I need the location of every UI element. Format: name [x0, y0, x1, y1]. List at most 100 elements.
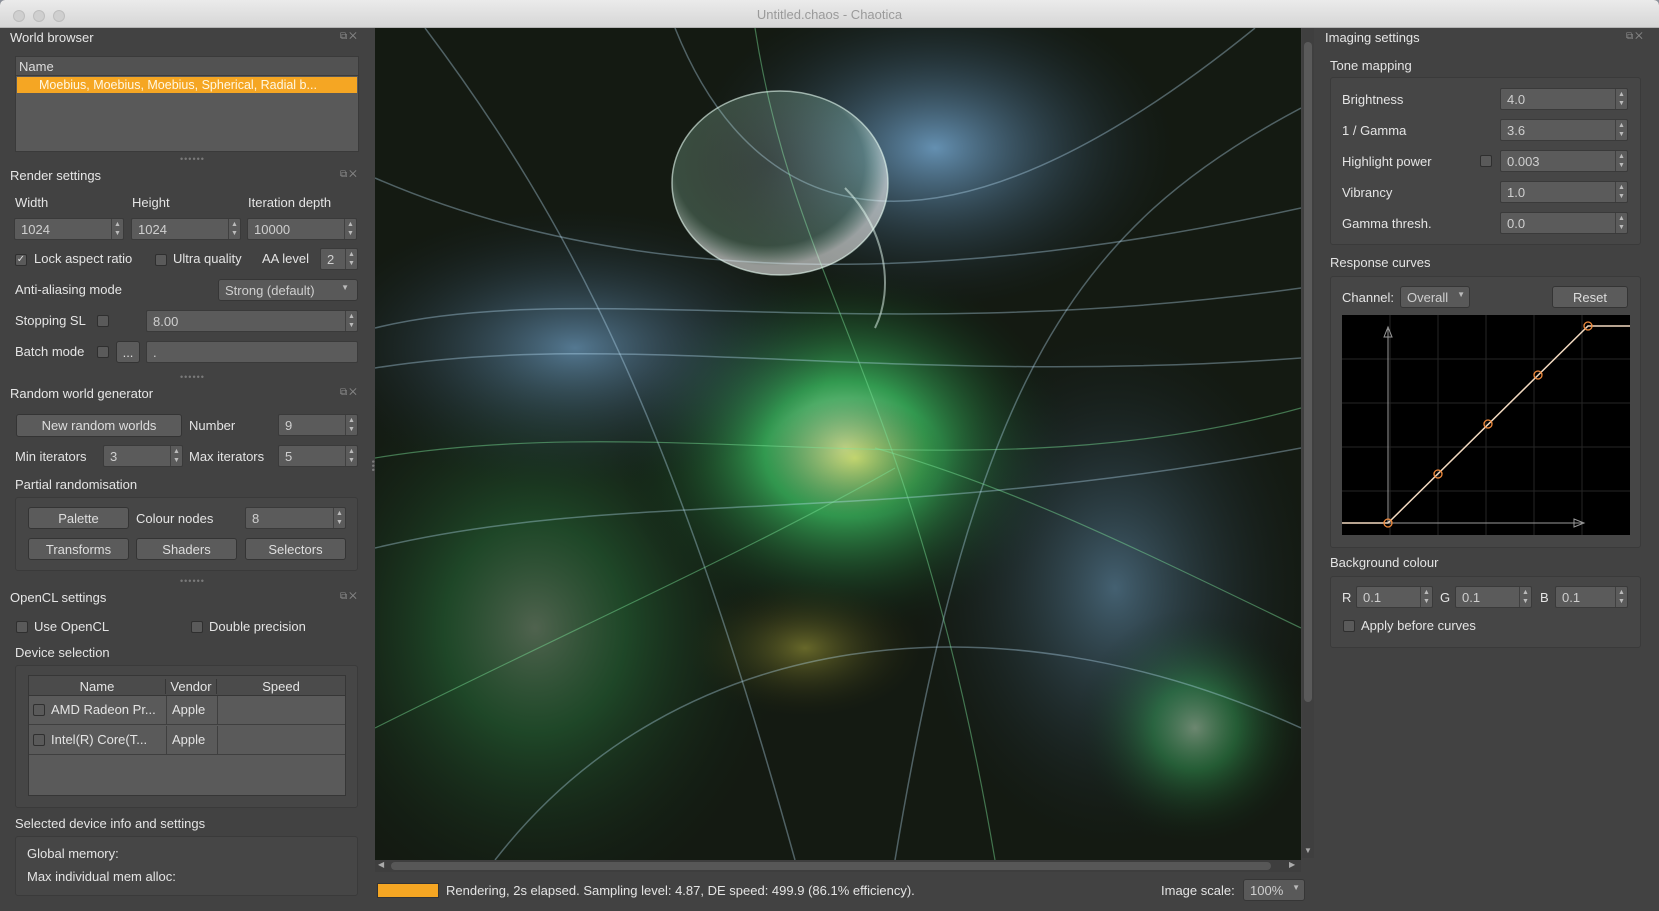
min-iterators-spinbox[interactable]: 3 ▲ ▼: [103, 445, 183, 467]
dock-float-close-icon[interactable]: ⧉✕: [340, 31, 359, 42]
spin-arrows-icon[interactable]: ▲ ▼: [1615, 213, 1627, 233]
splitter-handle[interactable]: ••••••: [180, 154, 205, 164]
shaders-button[interactable]: Shaders: [136, 538, 237, 560]
opencl-title: OpenCL settings: [10, 590, 107, 605]
canvas-vertical-scrollbar[interactable]: ▼: [1302, 28, 1314, 858]
scrollbar-thumb[interactable]: [1304, 42, 1312, 702]
spin-arrows-icon[interactable]: ▲ ▼: [344, 219, 356, 239]
world-list[interactable]: Name Moebius, Moebius, Moebius, Spherica…: [15, 56, 359, 152]
batch-mode-checkbox[interactable]: [97, 346, 109, 358]
stopping-sl-checkbox[interactable]: [97, 315, 109, 327]
chevron-down-icon: ▼: [341, 283, 349, 292]
spin-arrows-icon[interactable]: ▲ ▼: [1519, 587, 1531, 607]
spin-arrows-icon[interactable]: ▲ ▼: [1420, 587, 1432, 607]
batch-browse-button[interactable]: ...: [116, 341, 140, 363]
height-spinbox[interactable]: 1024 ▲ ▼: [131, 218, 241, 240]
spin-arrows-icon[interactable]: ▲ ▼: [345, 249, 357, 269]
max-iterators-spinbox[interactable]: 5 ▲ ▼: [278, 445, 358, 467]
width-spinbox[interactable]: 1024 ▲ ▼: [14, 218, 124, 240]
splitter-handle[interactable]: ••••••: [180, 576, 205, 586]
scroll-down-icon[interactable]: ▼: [1304, 846, 1312, 855]
stopping-sl-spinbox[interactable]: 8.00 ▲ ▼: [146, 310, 358, 332]
g-spinbox[interactable]: 0.1 ▲ ▼: [1455, 586, 1532, 608]
vibrancy-spinbox[interactable]: 1.0 ▲ ▼: [1500, 181, 1628, 203]
gamma-thresh-spinbox[interactable]: 0.0 ▲ ▼: [1500, 212, 1628, 234]
lock-aspect-label: Lock aspect ratio: [34, 251, 133, 266]
spin-arrows-icon[interactable]: ▲ ▼: [1615, 587, 1627, 607]
reset-curves-button[interactable]: Reset: [1552, 286, 1628, 308]
b-spinbox[interactable]: 0.1 ▲ ▼: [1555, 586, 1628, 608]
response-curve-editor[interactable]: [1342, 315, 1630, 535]
spin-arrows-icon[interactable]: ▲ ▼: [1615, 151, 1627, 171]
max-alloc-label: Max individual mem alloc:: [27, 869, 176, 884]
device-checkbox[interactable]: [33, 734, 45, 746]
spin-arrows-icon[interactable]: ▲ ▼: [111, 219, 123, 239]
r-value: 0.1: [1363, 590, 1382, 605]
render-canvas[interactable]: [375, 28, 1301, 860]
spin-arrows-icon[interactable]: ▲ ▼: [1615, 120, 1627, 140]
lock-aspect-checkbox[interactable]: ✓: [15, 254, 27, 266]
scrollbar-thumb[interactable]: [391, 862, 1271, 870]
palette-button[interactable]: Palette: [28, 507, 129, 529]
spin-arrows-icon[interactable]: ▲ ▼: [1615, 89, 1627, 109]
world-list-item[interactable]: Moebius, Moebius, Moebius, Spherical, Ra…: [17, 77, 357, 93]
new-random-worlds-button[interactable]: New random worlds: [16, 414, 182, 437]
aa-level-spinbox[interactable]: 2 ▲ ▼: [320, 248, 358, 270]
spin-arrows-icon[interactable]: ▲ ▼: [228, 219, 240, 239]
ultra-quality-checkbox[interactable]: [155, 254, 167, 266]
aa-level-value: 2: [327, 252, 335, 267]
device-checkbox[interactable]: [33, 704, 45, 716]
dock-float-close-icon[interactable]: ⧉✕: [340, 591, 359, 602]
colour-nodes-spinbox[interactable]: 8 ▲ ▼: [245, 507, 346, 529]
spin-arrows-icon[interactable]: ▲ ▼: [345, 311, 357, 331]
scroll-left-icon[interactable]: ◀: [378, 860, 384, 869]
aa-mode-value: Strong (default): [225, 283, 315, 298]
batch-path-field[interactable]: .: [146, 341, 358, 363]
iteration-depth-spinbox[interactable]: 10000 ▲ ▼: [247, 218, 357, 240]
stopping-sl-label: Stopping SL: [15, 313, 86, 328]
spin-arrows-icon[interactable]: ▲ ▼: [345, 415, 357, 435]
number-spinbox[interactable]: 9 ▲ ▼: [278, 414, 358, 436]
vibrancy-value: 1.0: [1507, 185, 1526, 200]
spin-arrows-icon[interactable]: ▲ ▼: [345, 446, 357, 466]
r-spinbox[interactable]: 0.1 ▲ ▼: [1356, 586, 1433, 608]
apply-before-curves-checkbox[interactable]: [1343, 620, 1355, 632]
selectors-button[interactable]: Selectors: [245, 538, 346, 560]
device-table[interactable]: Name Vendor Speed AMD Radeon Pr... Apple…: [28, 675, 346, 796]
gamma-spinbox[interactable]: 3.6 ▲ ▼: [1500, 119, 1628, 141]
splitter-handle[interactable]: ••••••: [180, 372, 205, 382]
chevron-down-icon: ▼: [1457, 290, 1465, 299]
spin-arrows-icon[interactable]: ▲ ▼: [170, 446, 182, 466]
dock-float-close-icon[interactable]: ⧉✕: [340, 387, 359, 398]
fractal-render-image: [375, 28, 1301, 860]
column-name[interactable]: Name: [29, 679, 166, 694]
world-list-header[interactable]: Name: [16, 57, 358, 76]
double-precision-checkbox[interactable]: [191, 621, 203, 633]
column-vendor[interactable]: Vendor: [166, 679, 217, 694]
apply-before-curves-label: Apply before curves: [1361, 618, 1476, 633]
spin-arrows-icon[interactable]: ▲ ▼: [1615, 182, 1627, 202]
use-opencl-checkbox[interactable]: [16, 621, 28, 633]
highlight-power-spinbox[interactable]: 0.003 ▲ ▼: [1500, 150, 1628, 172]
table-row[interactable]: AMD Radeon Pr... Apple: [29, 696, 345, 725]
imaging-settings-title: Imaging settings: [1325, 30, 1420, 45]
image-scale-dropdown[interactable]: 100% ▼: [1243, 879, 1305, 901]
random-world-title: Random world generator: [10, 386, 154, 401]
double-precision-label: Double precision: [209, 619, 306, 634]
scroll-right-icon[interactable]: ▶: [1289, 860, 1295, 869]
channel-value: Overall: [1407, 290, 1449, 305]
aa-mode-dropdown[interactable]: Strong (default) ▼: [218, 279, 358, 301]
column-speed[interactable]: Speed: [217, 679, 345, 694]
table-row[interactable]: Intel(R) Core(T... Apple: [29, 726, 345, 755]
channel-dropdown[interactable]: Overall ▼: [1400, 286, 1470, 308]
width-value: 1024: [21, 222, 50, 237]
spin-arrows-icon[interactable]: ▲ ▼: [333, 508, 345, 528]
canvas-horizontal-scrollbar[interactable]: ◀ ▶: [375, 860, 1301, 872]
dock-float-close-icon[interactable]: ⧉✕: [1626, 31, 1645, 42]
height-label: Height: [132, 195, 170, 210]
dock-float-close-icon[interactable]: ⧉✕: [340, 169, 359, 180]
brightness-spinbox[interactable]: 4.0 ▲ ▼: [1500, 88, 1628, 110]
title-bar: Untitled.chaos - Chaotica: [0, 0, 1659, 28]
highlight-power-checkbox[interactable]: [1480, 155, 1492, 167]
transforms-button[interactable]: Transforms: [28, 538, 129, 560]
